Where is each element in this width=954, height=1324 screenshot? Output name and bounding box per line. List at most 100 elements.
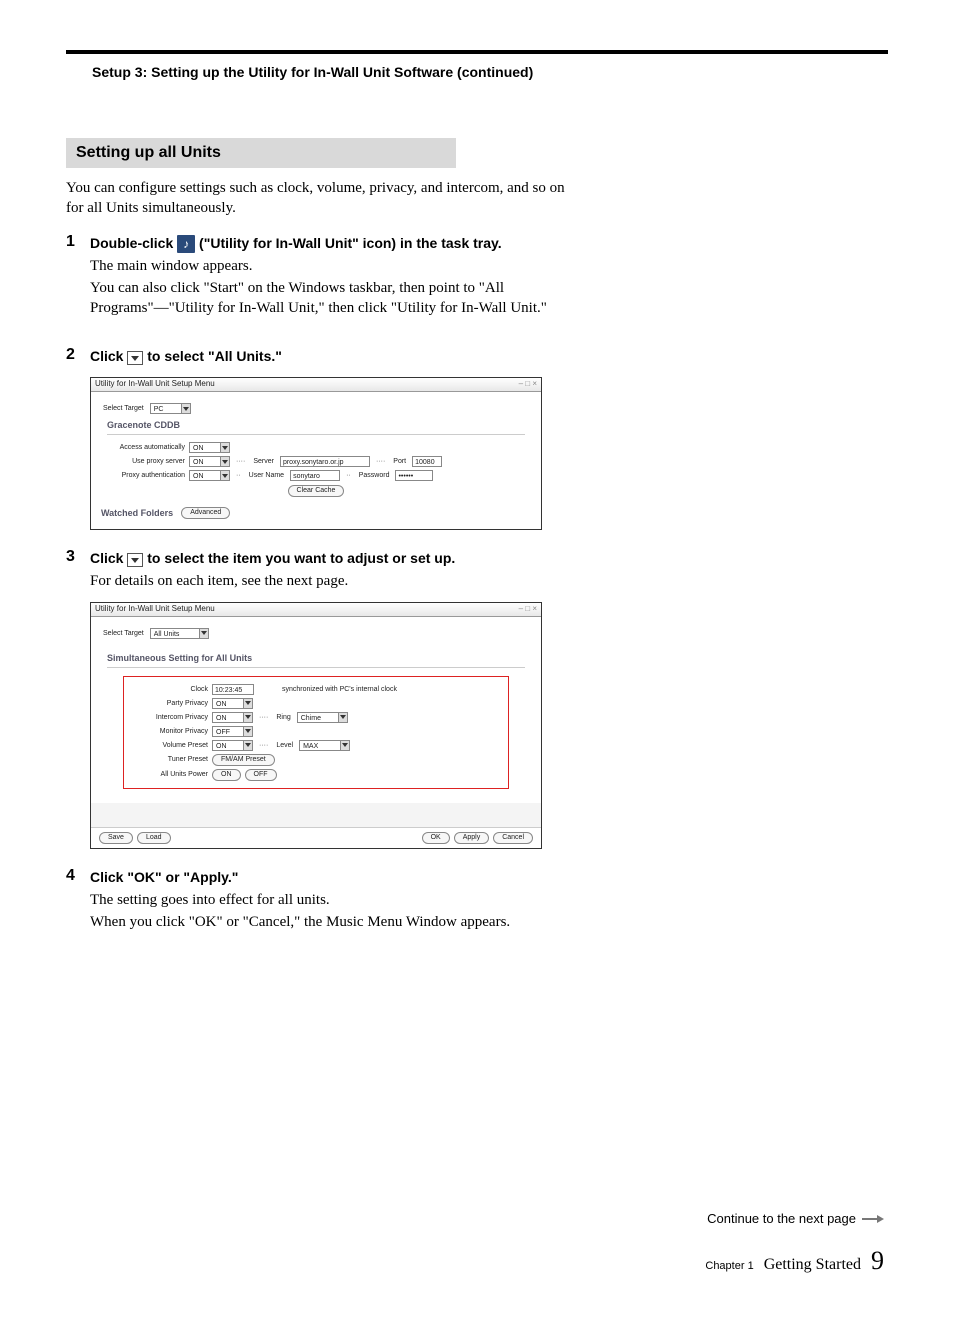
clock-input[interactable]: 10:23:45 <box>212 684 254 695</box>
use-proxy-label: Use proxy server <box>107 458 185 465</box>
step-number: 3 <box>66 548 90 591</box>
highlighted-settings-box: Clock 10:23:45 synchronized with PC's in… <box>123 676 509 789</box>
monitor-privacy-label: Monitor Privacy <box>130 728 208 735</box>
clock-note: synchronized with PC's internal clock <box>282 686 397 693</box>
access-auto-value: ON <box>190 443 220 452</box>
step-3: 3 Click to select the item you want to a… <box>66 548 596 591</box>
chevron-down-icon <box>338 713 347 722</box>
level-dropdown[interactable]: MAX <box>299 740 350 751</box>
select-target-value: PC <box>151 404 181 413</box>
step-3-title: Click to select the item you want to adj… <box>90 548 596 569</box>
power-off-button[interactable]: OFF <box>245 769 277 781</box>
ring-dropdown[interactable]: Chime <box>297 712 348 723</box>
intercom-privacy-label: Intercom Privacy <box>130 714 208 721</box>
chevron-down-icon <box>220 471 229 480</box>
dropdown-icon <box>127 351 143 365</box>
power-on-button[interactable]: ON <box>212 769 241 781</box>
step1-title-post: ("Utility for In-Wall Unit" icon) in the… <box>199 235 502 251</box>
server-label: Server <box>253 458 274 465</box>
password-input[interactable]: •••••• <box>395 470 433 481</box>
port-label: Port <box>393 458 406 465</box>
step2-title-pre: Click <box>90 348 127 364</box>
intercom-privacy-dropdown[interactable]: ON <box>212 712 253 723</box>
utility-app-icon: ♪ <box>177 235 195 253</box>
steps-list: 1 Double-click ♪ ("Utility for In-Wall U… <box>66 233 596 368</box>
mock2-window-title: Utility for In-Wall Unit Setup Menu <box>95 604 215 615</box>
advanced-button[interactable]: Advanced <box>181 507 230 519</box>
access-auto-label: Access automatically <box>107 444 185 451</box>
clear-cache-button[interactable]: Clear Cache <box>288 485 345 497</box>
step-number: 2 <box>66 346 90 367</box>
step4-desc2: When you click "OK" or "Cancel," the Mus… <box>90 912 596 932</box>
cancel-button[interactable]: Cancel <box>493 832 533 844</box>
load-button[interactable]: Load <box>137 832 171 844</box>
watched-folders-heading: Watched Folders <box>101 508 173 518</box>
fmam-preset-button[interactable]: FM/AM Preset <box>212 754 275 766</box>
intercom-privacy-value: ON <box>213 713 243 722</box>
step3-desc: For details on each item, see the next p… <box>90 571 596 591</box>
section-label: Getting Started <box>764 1256 861 1274</box>
party-privacy-value: ON <box>213 699 243 708</box>
arrow-right-icon <box>862 1215 884 1223</box>
apply-button[interactable]: Apply <box>454 832 490 844</box>
chevron-down-icon <box>220 457 229 466</box>
proxy-auth-dropdown[interactable]: ON <box>189 470 230 481</box>
monitor-privacy-value: OFF <box>213 727 243 736</box>
volume-preset-dropdown[interactable]: ON <box>212 740 253 751</box>
chevron-down-icon <box>243 699 252 708</box>
tuner-preset-label: Tuner Preset <box>130 756 208 763</box>
clock-label: Clock <box>130 686 208 693</box>
mock-window-1: Utility for In-Wall Unit Setup Menu – □ … <box>90 377 542 530</box>
connector-dots: ···· <box>376 458 385 465</box>
access-auto-dropdown[interactable]: ON <box>189 442 230 453</box>
chapter-label: Chapter 1 <box>705 1260 753 1272</box>
chevron-down-icon <box>220 443 229 452</box>
mock1-titlebar: Utility for In-Wall Unit Setup Menu – □ … <box>91 378 541 392</box>
chevron-down-icon <box>199 629 208 638</box>
step-4: 4 Click "OK" or "Apply." The setting goe… <box>66 867 596 933</box>
top-rule <box>66 50 888 54</box>
port-input[interactable]: 10080 <box>412 456 442 467</box>
monitor-privacy-dropdown[interactable]: OFF <box>212 726 253 737</box>
username-label: User Name <box>249 472 284 479</box>
select-target-dropdown[interactable]: PC <box>150 403 191 414</box>
step3-title-pre: Click <box>90 550 127 566</box>
step-number: 4 <box>66 867 90 933</box>
page-footer: Chapter 1 Getting Started 9 <box>705 1246 884 1276</box>
select-target-value: All Units <box>151 629 199 638</box>
use-proxy-value: ON <box>190 457 220 466</box>
step-2-title: Click to select "All Units." <box>90 346 596 367</box>
step3-title-post: to select the item you want to adjust or… <box>147 550 455 566</box>
step-2: 2 Click to select "All Units." <box>66 346 596 367</box>
step-1: 1 Double-click ♪ ("Utility for In-Wall U… <box>66 233 596 319</box>
window-controls-icon: – □ × <box>519 604 537 615</box>
username-input[interactable]: sonytaro <box>290 470 340 481</box>
ring-value: Chime <box>298 713 338 722</box>
intro-text: You can configure settings such as clock… <box>66 178 566 219</box>
page-number: 9 <box>871 1246 884 1276</box>
use-proxy-dropdown[interactable]: ON <box>189 456 230 467</box>
password-label: Password <box>359 472 390 479</box>
save-button[interactable]: Save <box>99 832 133 844</box>
window-controls-icon: – □ × <box>519 379 537 390</box>
select-target-label: Select Target <box>103 405 144 412</box>
chevron-down-icon <box>243 727 252 736</box>
select-target-dropdown[interactable]: All Units <box>150 628 209 639</box>
select-target-label: Select Target <box>103 630 144 637</box>
server-input[interactable]: proxy.sonytaro.or.jp <box>280 456 370 467</box>
connector-dots: ·· <box>236 472 241 479</box>
mock-window-2: Utility for In-Wall Unit Setup Menu – □ … <box>90 602 542 849</box>
connector-dots: ···· <box>259 714 268 721</box>
ring-label: Ring <box>276 714 290 721</box>
volume-preset-label: Volume Preset <box>130 742 208 749</box>
ok-button[interactable]: OK <box>422 832 450 844</box>
connector-dots: ···· <box>259 742 268 749</box>
volume-preset-value: ON <box>213 741 243 750</box>
connector-dots: ···· <box>236 458 245 465</box>
connector-dots: ·· <box>346 472 351 479</box>
step4-desc1: The setting goes into effect for all uni… <box>90 890 596 910</box>
mock2-footer: Save Load OK Apply Cancel <box>91 827 541 848</box>
step-1-title: Double-click ♪ ("Utility for In-Wall Uni… <box>90 233 596 254</box>
party-privacy-dropdown[interactable]: ON <box>212 698 253 709</box>
step1-desc2: You can also click "Start" on the Window… <box>90 278 596 319</box>
